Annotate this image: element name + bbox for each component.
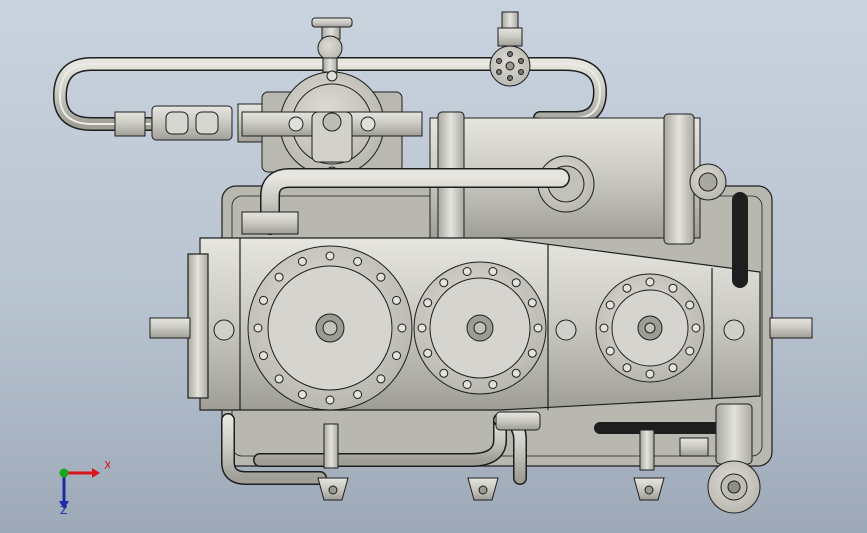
x-axis-label: X: [104, 459, 110, 472]
bolt: [439, 278, 449, 288]
gear-cover-large: [247, 245, 413, 411]
compressor-assembly-model[interactable]: [0, 0, 867, 533]
bolt: [488, 267, 498, 276]
upper-cylinder-head: [241, 70, 423, 178]
bolt: [645, 369, 655, 379]
bolt: [622, 363, 632, 373]
bolt: [353, 257, 363, 266]
x-axis-arrowhead: [92, 468, 100, 478]
left-plug: [213, 319, 235, 341]
mounting-feet: [317, 477, 665, 501]
bolt: [274, 272, 284, 282]
bottom-right-valve: [707, 403, 761, 514]
bolt: [599, 323, 609, 333]
z-axis-label: Z: [60, 504, 68, 515]
bolt: [325, 395, 335, 405]
bolt: [423, 298, 433, 308]
bolt: [622, 283, 632, 293]
bolt: [685, 346, 695, 356]
bolt: [527, 348, 537, 358]
gear-cover-middle: [413, 261, 547, 395]
bolt: [668, 283, 678, 293]
crossover-flange: [241, 211, 299, 235]
bolt: [462, 267, 472, 276]
bolt: [511, 278, 521, 288]
bolt: [511, 368, 521, 378]
bolt: [605, 346, 615, 356]
bolt: [605, 300, 615, 310]
bolt: [423, 348, 433, 358]
top-check-valve: [489, 11, 531, 87]
bolt: [462, 380, 472, 389]
right-plug: [723, 319, 745, 341]
bolt: [274, 374, 284, 384]
bolt: [353, 390, 363, 399]
cad-viewport[interactable]: X Z: [0, 0, 867, 533]
bolt: [533, 323, 543, 333]
coordinate-triad: X Z: [59, 459, 110, 515]
bolt: [392, 295, 401, 305]
bolt: [297, 390, 307, 399]
bolt: [488, 380, 498, 389]
bolt: [325, 251, 335, 261]
gear-cover-right: [595, 273, 705, 383]
bolt: [253, 323, 263, 333]
bolt: [668, 363, 678, 373]
bolt: [259, 351, 268, 361]
y-axis-point: [59, 468, 69, 478]
bolt: [439, 368, 449, 378]
bolt: [392, 351, 401, 361]
bolt: [397, 323, 407, 333]
bolt: [376, 374, 386, 384]
bolt: [297, 257, 307, 266]
center-plug: [555, 319, 577, 341]
bolt: [259, 295, 268, 305]
bolt: [417, 323, 427, 333]
bolt: [376, 272, 386, 282]
bolt: [691, 323, 701, 333]
bolt: [527, 298, 537, 308]
bolt: [645, 277, 655, 287]
bolt: [685, 300, 695, 310]
